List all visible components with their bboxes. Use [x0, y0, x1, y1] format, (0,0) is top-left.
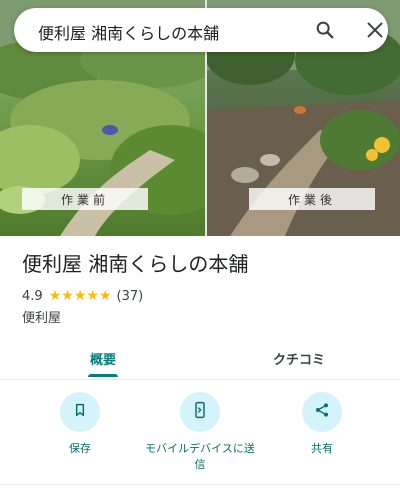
rating-row[interactable]: 4.9 ★ ★ ★ ★ ★ (37) — [22, 287, 143, 305]
after-label: 作業後 — [249, 188, 375, 210]
star-icon: ★ — [48, 288, 62, 304]
close-icon[interactable] — [364, 19, 386, 41]
send-to-device-button[interactable]: モバイルデバイスに送信 — [140, 392, 260, 473]
save-button[interactable]: 保存 — [20, 392, 140, 457]
star-icon: ★ — [98, 288, 112, 304]
before-label: 作業前 — [22, 188, 148, 210]
save-button-circle[interactable] — [60, 392, 100, 432]
share-label: 共有 — [311, 442, 333, 455]
place-category[interactable]: 便利屋 — [22, 307, 61, 326]
save-label: 保存 — [69, 442, 91, 455]
search-icon[interactable] — [314, 19, 336, 41]
star-icon: ★ — [73, 288, 87, 304]
tab-reviews[interactable]: クチコミ — [248, 338, 350, 379]
star-icon: ★ — [86, 288, 99, 304]
review-count[interactable]: (37) — [117, 289, 144, 304]
active-tab-indicator — [88, 374, 118, 377]
star-icon: ★ — [61, 288, 74, 304]
share-icon — [314, 402, 330, 422]
search-query[interactable]: 便利屋 湘南くらしの本舗 — [38, 20, 219, 44]
tab-bar: 概要 クチコミ — [0, 338, 400, 380]
search-bar[interactable]: 便利屋 湘南くらしの本舗 — [14, 8, 388, 52]
rating-value: 4.9 — [22, 288, 43, 304]
action-row: 保存 モバイルデバイスに送信 共有 — [0, 392, 400, 482]
send-to-device-label: モバイルデバイスに送信 — [145, 442, 255, 471]
tab-overview[interactable]: 概要 — [52, 338, 154, 379]
bookmark-icon — [72, 402, 88, 422]
send-to-phone-icon — [192, 401, 208, 423]
divider — [0, 484, 400, 485]
place-title: 便利屋 湘南くらしの本舗 — [22, 252, 249, 276]
send-button-circle[interactable] — [180, 392, 220, 432]
share-button-circle[interactable] — [302, 392, 342, 432]
share-button[interactable]: 共有 — [262, 392, 382, 457]
star-rating: ★ ★ ★ ★ ★ — [49, 289, 112, 303]
